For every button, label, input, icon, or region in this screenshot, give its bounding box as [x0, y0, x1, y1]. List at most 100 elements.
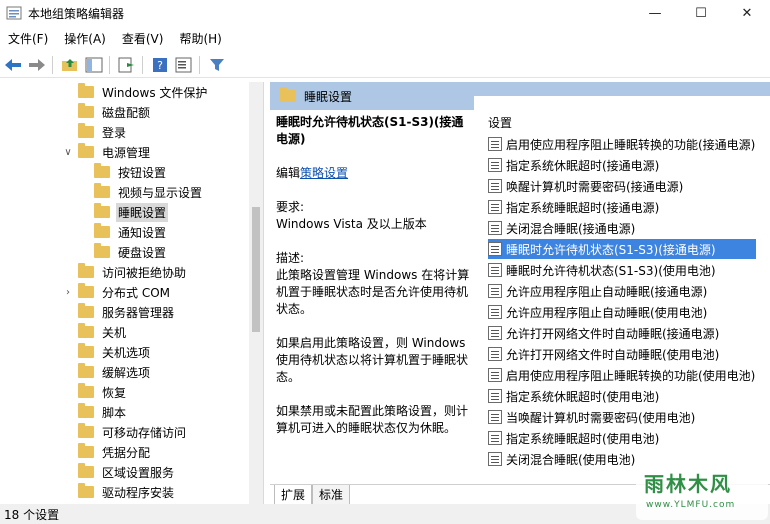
folder-icon [78, 263, 94, 278]
menu-action[interactable]: 操作(A) [56, 28, 114, 50]
tree-item[interactable]: › 分布式 COM [62, 282, 172, 302]
toolbar: ? [0, 52, 770, 78]
policy-setting-icon [488, 158, 502, 172]
policy-setting-icon [488, 410, 502, 424]
watermark-text: 雨林木风 [644, 472, 732, 496]
tree-item-label: 可移动存储访问 [102, 425, 187, 440]
setting-row[interactable]: 指定系统睡眠超时(使用电池) [488, 428, 756, 448]
maximize-button[interactable]: ☐ [678, 0, 724, 26]
title-bar: 本地组策略编辑器 — ☐ ✕ [0, 0, 770, 26]
navigation-tree: Windows 文件保护 磁盘配额登录 ∨ 电源管理 按钮设置 视频与显示设置 睡眠设置 通知… [0, 82, 264, 504]
setting-row[interactable]: 当唤醒计算机时需要密码(使用电池) [488, 407, 756, 427]
tree-item[interactable]: Windows 文件保护 [62, 82, 209, 102]
close-button[interactable]: ✕ [724, 0, 770, 26]
setting-label: 允许应用程序阻止自动睡眠(使用电池) [506, 305, 708, 320]
tree-scrollbar[interactable] [249, 82, 263, 504]
setting-row[interactable]: 指定系统休眠超时(接通电源) [488, 155, 756, 175]
folder-icon [78, 363, 94, 378]
tree-item[interactable]: 缓解选项 [62, 362, 152, 382]
setting-label: 允许应用程序阻止自动睡眠(接通电源) [506, 284, 708, 299]
tree-item-label: 区域设置服务 [102, 465, 175, 480]
setting-row[interactable]: 允许应用程序阻止自动睡眠(接通电源) [488, 281, 756, 301]
folder-icon [78, 423, 94, 438]
setting-row[interactable]: 睡眠时允许待机状态(S1-S3)(接通电源) [488, 239, 756, 259]
expand-toggle-icon[interactable]: ∨ [62, 147, 74, 158]
policy-setting-icon [488, 179, 502, 193]
tree-item[interactable]: 脚本 [62, 402, 128, 422]
setting-label: 指定系统休眠超时(接通电源) [506, 158, 660, 173]
tree-item[interactable]: ∨ 电源管理 [62, 142, 152, 162]
setting-row[interactable]: 启用使应用程序阻止睡眠转换的功能(接通电源) [488, 134, 756, 154]
setting-label: 启用使应用程序阻止睡眠转换的功能(使用电池) [506, 368, 756, 383]
back-icon[interactable] [2, 54, 24, 76]
setting-row[interactable]: 睡眠时允许待机状态(S1-S3)(使用电池) [488, 260, 756, 280]
tree-item[interactable]: 关机选项 [62, 342, 152, 362]
tree-item-label: 关机 [102, 325, 127, 340]
description-paragraph: 如果禁用或未配置此策略设置，则计算机可进入的睡眠状态仅为休眠。 [276, 404, 469, 435]
menu-file[interactable]: 文件(F) [0, 28, 56, 50]
folder-icon [78, 343, 94, 358]
policy-setting-icon [488, 431, 502, 445]
setting-row[interactable]: 指定系统睡眠超时(接通电源) [488, 197, 756, 217]
setting-label: 指定系统休眠超时(使用电池) [506, 389, 660, 404]
tree-item-label: 缓解选项 [102, 365, 151, 380]
details-pane: 睡眠设置 睡眠时允许待机状态(S1-S3)(接通电源) 编辑策略设置 要求: W… [270, 82, 770, 505]
tree-item[interactable]: 登录 [62, 122, 128, 142]
tree-item[interactable]: 睡眠设置 [78, 202, 169, 222]
folder-icon [94, 243, 110, 258]
expand-toggle-icon[interactable]: › [62, 287, 74, 298]
folder-icon [78, 383, 94, 398]
tree-item[interactable]: 驱动程序安装 [62, 482, 176, 502]
tree-item-label: 分布式 COM [102, 285, 170, 300]
tree-item[interactable]: 访问被拒绝协助 [62, 262, 188, 282]
tree-item[interactable]: 磁盘配额 [62, 102, 152, 122]
setting-row[interactable]: 关闭混合睡眠(接通电源) [488, 218, 756, 238]
setting-row[interactable]: 允许应用程序阻止自动睡眠(使用电池) [488, 302, 756, 322]
tree-item-label: 登录 [102, 125, 127, 140]
tab-standard[interactable]: 标准 [312, 485, 351, 505]
tree-item[interactable]: 恢复 [62, 382, 128, 402]
folder-icon [78, 443, 94, 458]
setting-row[interactable]: 启用使应用程序阻止睡眠转换的功能(使用电池) [488, 365, 756, 385]
tree-item[interactable]: 按钮设置 [78, 162, 168, 182]
tree-item[interactable]: 通知设置 [78, 222, 168, 242]
settings-list: 设置 启用使应用程序阻止睡眠转换的功能(接通电源) 指定系统休眠超时(接通电源) 唤… [474, 96, 770, 466]
up-folder-icon[interactable] [59, 54, 81, 76]
tree-item[interactable]: 可移动存储访问 [62, 422, 188, 442]
folder-icon [78, 83, 94, 98]
folder-icon [78, 123, 94, 138]
tree-item[interactable]: 关机 [62, 322, 128, 342]
folder-icon [78, 303, 94, 318]
tree-item-label: 凭据分配 [102, 445, 151, 460]
tab-extended[interactable]: 扩展 [274, 485, 313, 505]
properties-icon[interactable] [173, 54, 195, 76]
menu-help[interactable]: 帮助(H) [171, 28, 229, 50]
tree-item[interactable]: 视频与显示设置 [78, 182, 204, 202]
setting-row[interactable]: 指定系统休眠超时(使用电池) [488, 386, 756, 406]
tree-item[interactable]: 服务器管理器 [62, 302, 176, 322]
forward-icon[interactable] [26, 54, 48, 76]
tree-item-label: 磁盘配额 [102, 105, 151, 120]
edit-policy-link[interactable]: 策略设置 [300, 166, 348, 180]
policy-setting-icon [488, 389, 502, 403]
tree-item-label: Windows 文件保护 [102, 85, 208, 100]
show-hide-tree-icon[interactable] [83, 54, 105, 76]
setting-label: 允许打开网络文件时自动睡眠(接通电源) [506, 326, 720, 341]
filter-icon[interactable] [206, 54, 228, 76]
minimize-button[interactable]: — [632, 0, 678, 26]
folder-icon [78, 323, 94, 338]
setting-row[interactable]: 允许打开网络文件时自动睡眠(接通电源) [488, 323, 756, 343]
tree-item[interactable]: 凭据分配 [62, 442, 152, 462]
tree-item[interactable]: 区域设置服务 [62, 462, 176, 482]
tree-item[interactable]: 硬盘设置 [78, 242, 168, 262]
help-icon[interactable]: ? [149, 54, 171, 76]
export-list-icon[interactable] [116, 54, 138, 76]
tree-scroll-thumb[interactable] [252, 207, 260, 332]
settings-column-header[interactable]: 设置 [488, 114, 512, 131]
setting-row[interactable]: 允许打开网络文件时自动睡眠(使用电池) [488, 344, 756, 364]
setting-row[interactable]: 唤醒计算机时需要密码(接通电源) [488, 176, 756, 196]
setting-label: 唤醒计算机时需要密码(接通电源) [506, 179, 684, 194]
description-paragraph: 此策略设置管理 Windows 在将计算机置于睡眠状态时是否允许使用待机状态。 [276, 268, 470, 316]
status-text: 18 个设置 [4, 507, 60, 522]
menu-view[interactable]: 查看(V) [114, 28, 172, 50]
